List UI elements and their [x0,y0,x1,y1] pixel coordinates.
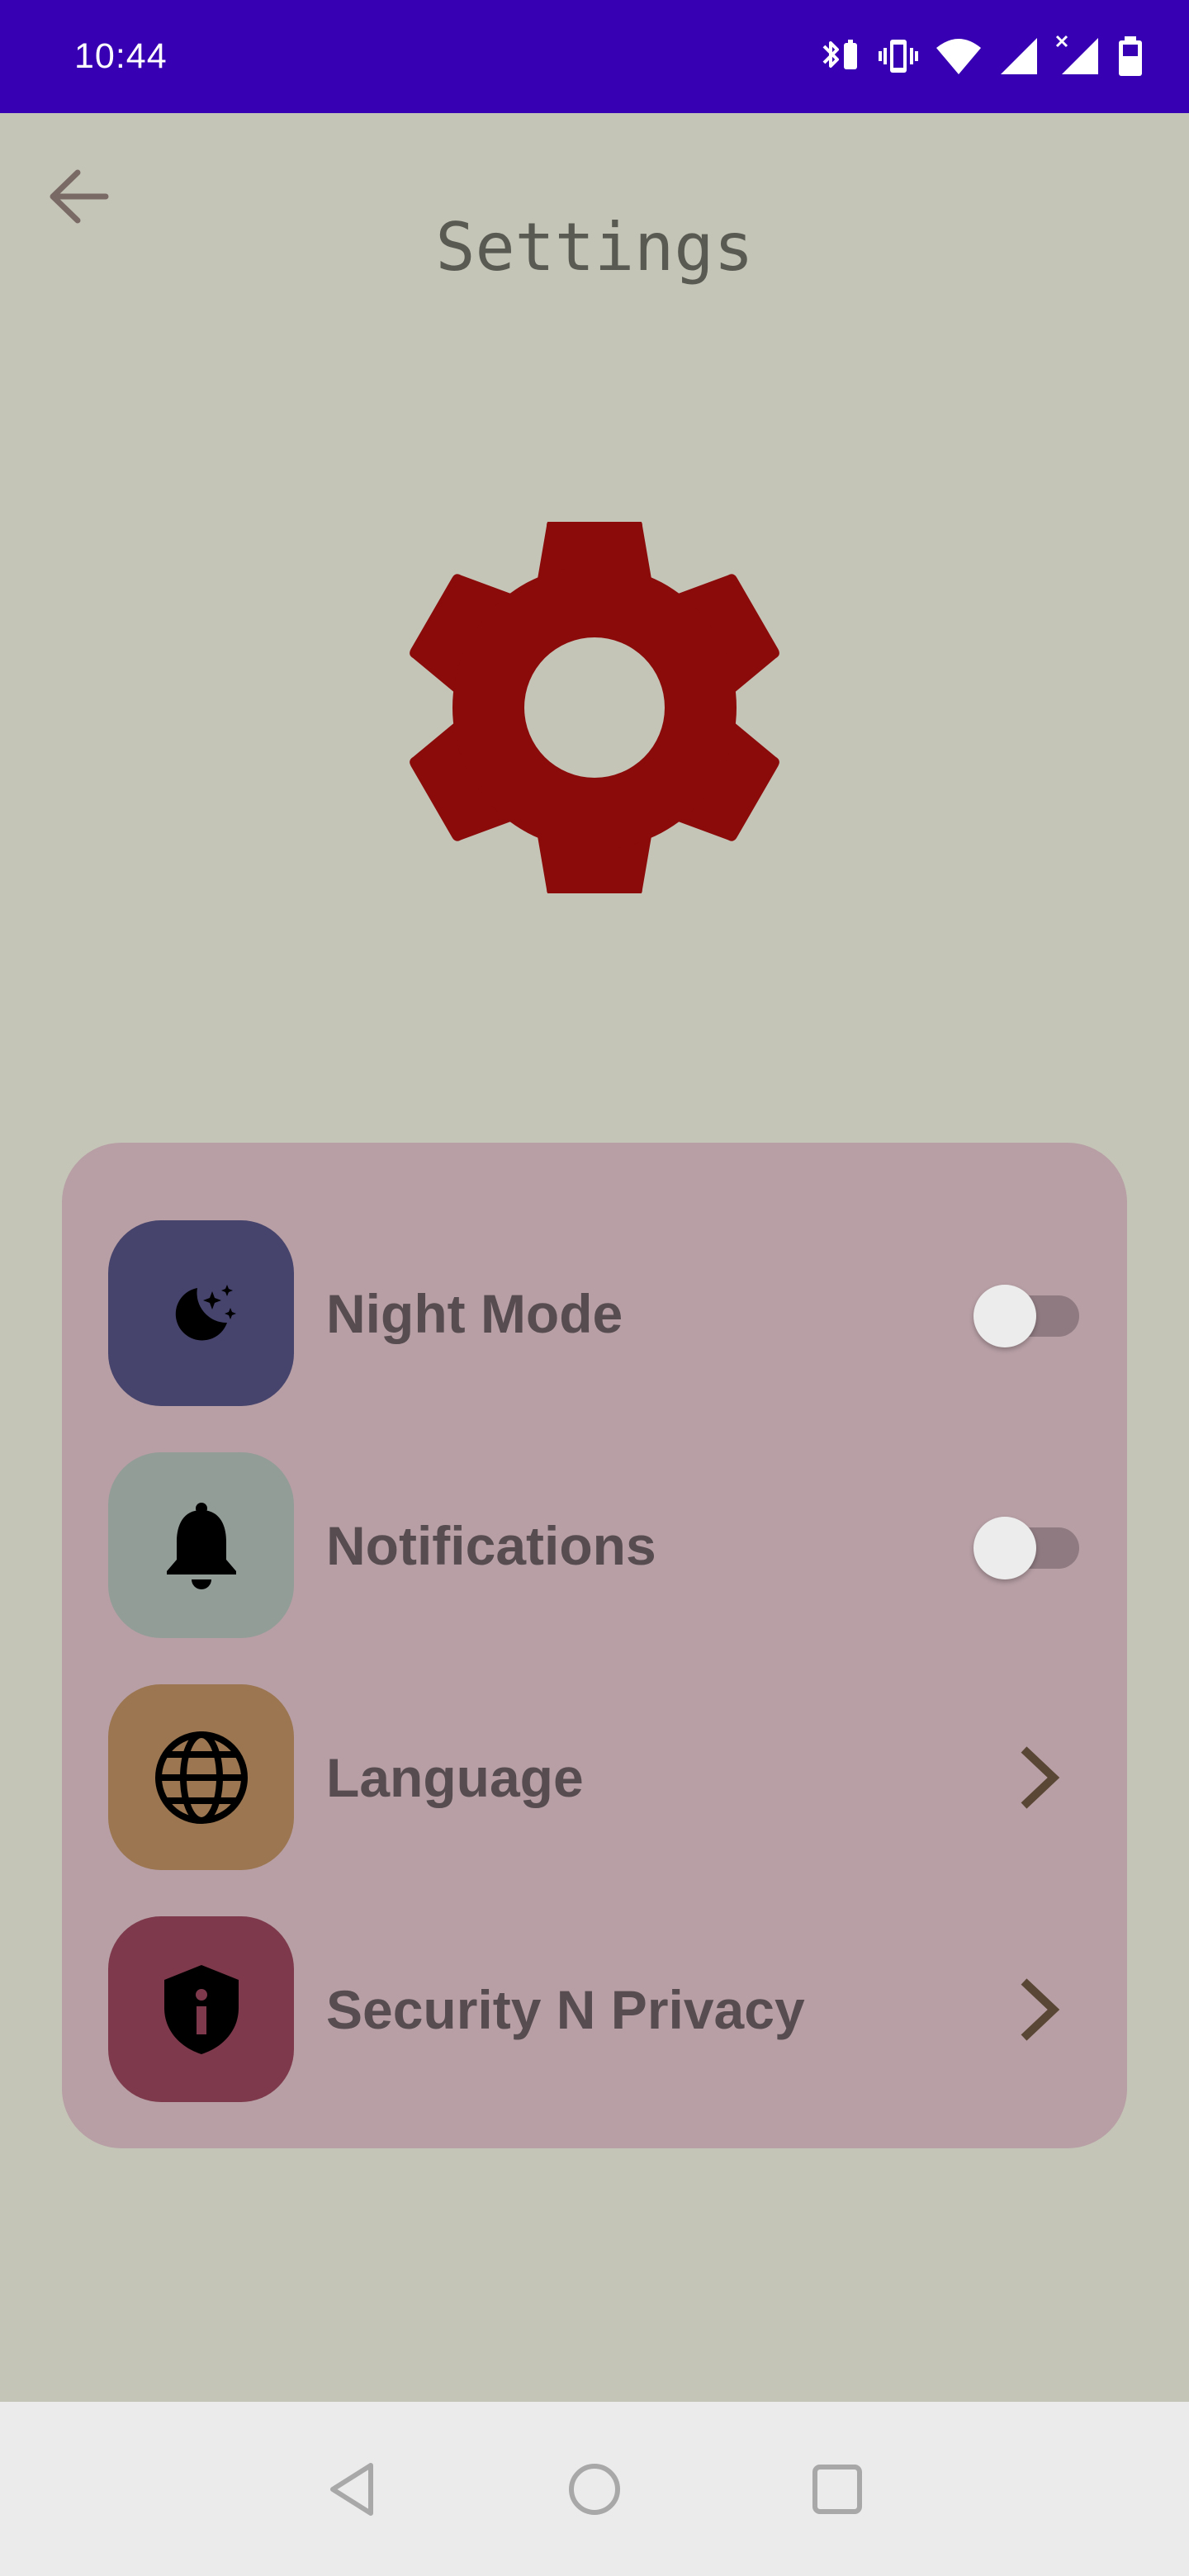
language-label: Language [326,1746,584,1808]
notifications-tile [108,1452,294,1638]
nav-recents-button[interactable] [796,2448,879,2531]
setting-row-notifications[interactable]: Notifications [108,1452,1081,1638]
security-chevron[interactable] [1015,1972,1064,2047]
night-mode-label: Night Mode [326,1282,623,1344]
back-triangle-icon [330,2463,373,2516]
home-circle-icon [569,2464,620,2515]
vibrate-icon [879,40,918,73]
setting-row-night-mode[interactable]: Night Mode [108,1220,1081,1406]
setting-row-language[interactable]: Language [108,1684,1081,1870]
page-title: Settings [435,209,754,286]
toggle-thumb [973,1285,1036,1347]
status-time: 10:44 [74,36,168,76]
nav-back-button[interactable] [312,2448,395,2531]
recents-square-icon [812,2465,862,2514]
battery-icon [1119,36,1142,76]
language-tile [108,1684,294,1870]
setting-row-security-privacy[interactable]: Security N Privacy [108,1916,1081,2102]
system-nav-bar [0,2402,1189,2576]
language-chevron[interactable] [1015,1740,1064,1815]
signal-no-data-icon [1055,35,1098,74]
settings-card: Night Mode Notifications Language Securi… [62,1143,1127,2148]
notifications-label: Notifications [326,1514,656,1576]
bell-icon [166,1502,236,1589]
globe-icon [154,1731,248,1824]
status-icons [819,30,1144,83]
security-label: Security N Privacy [326,1978,805,2040]
chevron-right-icon [1021,1746,1060,1809]
moon-stars-icon [175,1284,236,1340]
signal-icon [1001,38,1037,74]
status-bar: 10:44 [0,0,1189,113]
nav-home-button[interactable] [553,2448,636,2531]
settings-screen: Settings Night Mode Notifications Langua… [0,113,1189,2402]
toggle-thumb [973,1517,1036,1579]
wifi-icon [936,39,981,74]
chevron-right-icon [1021,1978,1060,2041]
night-mode-tile [108,1220,294,1406]
gear-icon [409,522,780,893]
bluetooth-battery-icon [822,40,857,69]
security-tile [108,1916,294,2102]
shield-info-icon [163,1964,239,2054]
night-mode-toggle[interactable] [973,1285,1081,1347]
notifications-toggle[interactable] [973,1517,1081,1579]
